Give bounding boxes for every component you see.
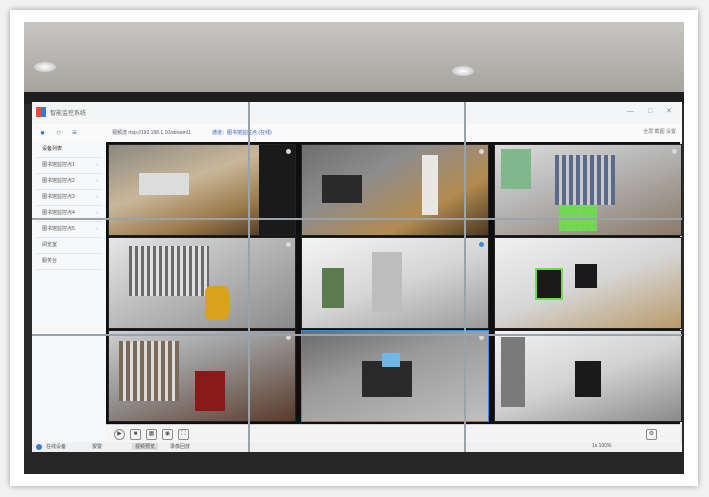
window-controls[interactable]: — □ ✕: [627, 107, 678, 115]
camera-icon[interactable]: ◉: [162, 429, 173, 440]
plant: [322, 268, 344, 308]
plant-wall: [501, 149, 531, 189]
stream-url: 视频流 rtsp://192.168.1.10/stream/1: [112, 130, 191, 136]
sidebar-item-label: 阅览室: [42, 242, 58, 248]
sidebar-item[interactable]: 图书馆监控点2 ›: [36, 174, 102, 190]
camera-feed[interactable]: [301, 330, 489, 422]
door: [501, 337, 525, 407]
zoom-readout: 1x 100%: [592, 443, 612, 449]
kiosk: [535, 268, 563, 300]
status-dot-icon: [36, 444, 42, 450]
chevron-right-icon: ›: [96, 162, 98, 168]
feed-status-icon: [286, 149, 291, 154]
device-sidebar: 设备列表 图书馆监控点1 › 图书馆监控点2 › 图书馆监控点3 › 图书馆监控点4 ›…: [32, 142, 107, 450]
ceiling-light: [452, 66, 474, 76]
door: [372, 252, 402, 312]
app-logo-icon: [36, 107, 46, 117]
right-tools[interactable]: 全屏 截图 设置: [643, 128, 676, 135]
play-icon[interactable]: ▶: [114, 429, 125, 440]
playback-controls: ▶ ■ ▦ ◉ ⛶ ⚙: [106, 424, 680, 443]
camera-feed[interactable]: [108, 144, 296, 236]
window-light: [422, 155, 438, 215]
sidebar-item-label: 图书馆监控点2: [42, 178, 75, 184]
camera-feed[interactable]: [108, 330, 296, 422]
video-wall-seam: [32, 218, 682, 220]
user-icon[interactable]: ●: [38, 128, 47, 137]
sidebar-item-label: 图书馆监控点4: [42, 210, 75, 216]
status-left: 在线设备: [46, 444, 67, 450]
tab-video-preview[interactable]: 视频预览: [132, 443, 159, 450]
stop-icon[interactable]: ■: [130, 429, 141, 440]
grid-icon[interactable]: ▦: [146, 429, 157, 440]
desk: [322, 175, 362, 203]
feed-status-icon: [479, 149, 484, 154]
monitor: [382, 353, 400, 367]
carpet: [195, 371, 225, 411]
sidebar-item[interactable]: 阅览室: [36, 238, 102, 254]
video-wall-seam: [464, 102, 466, 452]
camera-feed[interactable]: [108, 237, 296, 329]
search-icon[interactable]: ○: [54, 128, 63, 137]
camera-feed[interactable]: [301, 144, 489, 236]
bookshelf: [119, 341, 179, 401]
person: [205, 286, 229, 320]
status-middle[interactable]: 报警: [92, 443, 102, 450]
sidebar-item-label: 图书馆监控点3: [42, 194, 75, 200]
app-titlebar: 智能监控系统 — □ ✕: [32, 102, 682, 125]
status-bar: 在线设备 报警 视频预览 录像回放 1x 100%: [32, 442, 682, 452]
camera-feed[interactable]: [494, 237, 682, 329]
chevron-right-icon: ›: [96, 194, 98, 200]
sidebar-item-label: 服务台: [42, 258, 58, 264]
video-wall: 智能监控系统 — □ ✕ ● ○ ≡ 视频流 rtsp://192.168.1.…: [32, 102, 682, 452]
ceiling: [24, 22, 684, 92]
camera-feed[interactable]: [301, 237, 489, 329]
camera-grid: [106, 142, 682, 424]
settings-icon[interactable]: ⚙: [646, 429, 657, 440]
kiosk: [575, 264, 597, 288]
sidebar-item[interactable]: 服务台: [36, 254, 102, 270]
chevron-right-icon: ›: [96, 178, 98, 184]
shadow: [259, 145, 295, 235]
feed-status-icon: [479, 242, 484, 247]
floor: [24, 452, 684, 474]
feed-status-icon: [286, 242, 291, 247]
menu-icon[interactable]: ≡: [70, 128, 79, 137]
video-wall-seam: [32, 334, 682, 336]
bookshelf: [555, 155, 615, 205]
kiosk: [575, 361, 601, 397]
sidebar-item[interactable]: 图书馆监控点3 ›: [36, 190, 102, 206]
toolbar: ● ○ ≡ 视频流 rtsp://192.168.1.10/stream/1 通…: [32, 124, 682, 143]
photo-frame: 智能监控系统 — □ ✕ ● ○ ≡ 视频流 rtsp://192.168.1.…: [10, 10, 698, 486]
video-wall-seam: [248, 102, 250, 452]
channel-link[interactable]: 通道：图书馆监控点 (在线): [212, 129, 272, 136]
sidebar-item[interactable]: 图书馆监控点1 ›: [36, 158, 102, 174]
desk: [139, 173, 189, 195]
fullscreen-icon[interactable]: ⛶: [178, 429, 189, 440]
tab-playback[interactable]: 录像回放: [170, 443, 190, 450]
sidebar-item-label: 图书馆监控点1: [42, 162, 75, 168]
camera-feed[interactable]: [494, 330, 682, 422]
sidebar-item-label: 图书馆监控点5: [42, 226, 75, 232]
sidebar-section-title: 设备列表: [36, 142, 102, 158]
feed-status-icon: [672, 149, 677, 154]
ceiling-light: [34, 62, 56, 72]
room-photo: 智能监控系统 — □ ✕ ● ○ ≡ 视频流 rtsp://192.168.1.…: [24, 22, 684, 474]
chevron-right-icon: ›: [96, 226, 98, 232]
sidebar-item[interactable]: 图书馆监控点5 ›: [36, 222, 102, 238]
app-title: 智能监控系统: [50, 111, 87, 117]
feed-status-icon: [672, 242, 677, 247]
camera-feed[interactable]: [494, 144, 682, 236]
bookshelf: [129, 246, 209, 296]
